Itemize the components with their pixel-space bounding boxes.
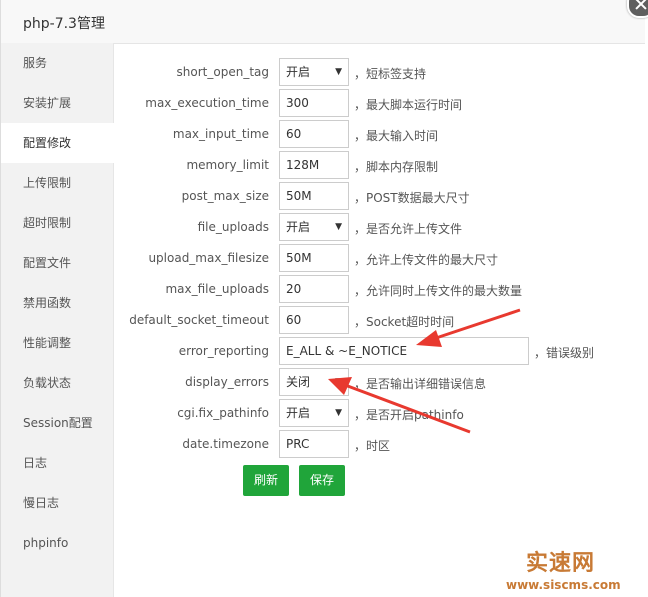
sidebar-item-install-extensions[interactable]: 安装扩展 (1, 83, 113, 123)
select-value: 开启 (286, 65, 311, 79)
cgi-fix-pathinfo-select[interactable]: 开启 ▼ (279, 399, 349, 427)
display-errors-select[interactable]: 关闭 ▼ (279, 368, 349, 396)
sidebar-item-session-config[interactable]: Session配置 (1, 403, 113, 443)
field-label: post_max_size (181, 189, 269, 203)
dropdown-arrow-icon: ▼ (335, 67, 342, 77)
field-label: memory_limit (186, 158, 269, 172)
form-row: post_max_size 50M ，POST数据最大尺寸 (114, 182, 634, 212)
short-open-tag-select[interactable]: 开启 ▼ (279, 58, 349, 86)
php-manage-dialog: php-7.3管理 服务 安装扩展 配置修改 上传限制 超时限制 配置文件 禁用… (0, 0, 645, 597)
form-row: memory_limit 128M ，脚本内存限制 (114, 151, 634, 181)
watermark-name: 实速网 (526, 551, 596, 576)
field-description: ，最大脚本运行时间 (354, 98, 463, 112)
field-label: max_execution_time (145, 96, 269, 110)
form-row: display_errors 关闭 ▼ ，是否输出详细错误信息 (114, 368, 634, 398)
field-description: ，是否输出详细错误信息 (354, 377, 487, 391)
default-socket-timeout-input[interactable]: 60 (279, 306, 349, 334)
max-input-time-input[interactable]: 60 (279, 120, 349, 148)
select-value: 开启 (286, 220, 311, 234)
field-label: max_input_time (172, 127, 269, 141)
sidebar-item-timeout-limit[interactable]: 超时限制 (1, 203, 113, 243)
form-row: upload_max_filesize 50M ，允许上传文件的最大尺寸 (114, 244, 634, 274)
sidebar-item-upload-limit[interactable]: 上传限制 (1, 163, 113, 203)
refresh-button[interactable]: 刷新 (243, 465, 289, 496)
sidebar-item-performance-tuning[interactable]: 性能调整 (1, 323, 113, 363)
sidebar: 服务 安装扩展 配置修改 上传限制 超时限制 配置文件 禁用函数 性能调整 负载… (1, 43, 114, 597)
select-value: 关闭 (286, 375, 311, 389)
form-row: error_reporting E_ALL & ~E_NOTICE ，错误级别 (114, 337, 634, 367)
field-description: ，时区 (354, 439, 391, 453)
form-row: short_open_tag 开启 ▼ ，短标签支持 (114, 58, 634, 88)
form-row: date.timezone PRC ，时区 (114, 430, 634, 460)
dialog-title: php-7.3管理 (23, 16, 105, 32)
sidebar-item-phpinfo[interactable]: phpinfo (1, 523, 113, 563)
form-row: cgi.fix_pathinfo 开启 ▼ ，是否开启pathinfo (114, 399, 634, 429)
form-row: file_uploads 开启 ▼ ，是否允许上传文件 (114, 213, 634, 243)
upload-max-filesize-input[interactable]: 50M (279, 244, 349, 272)
select-value: 开启 (286, 406, 311, 420)
field-description: ，允许同时上传文件的最大数量 (354, 284, 523, 298)
form-row: default_socket_timeout 60 ，Socket超时时间 (114, 306, 634, 336)
sidebar-item-logs[interactable]: 日志 (1, 443, 113, 483)
file-uploads-select[interactable]: 开启 ▼ (279, 213, 349, 241)
field-description: ，最大输入时间 (354, 129, 439, 143)
field-description: ，允许上传文件的最大尺寸 (354, 253, 499, 267)
field-label: max_file_uploads (165, 282, 269, 296)
sidebar-item-config-file[interactable]: 配置文件 (1, 243, 113, 283)
error-reporting-input[interactable]: E_ALL & ~E_NOTICE (279, 337, 529, 365)
field-label: short_open_tag (176, 65, 269, 79)
sidebar-item-load-status[interactable]: 负载状态 (1, 363, 113, 403)
save-button[interactable]: 保存 (299, 465, 345, 496)
field-description: ，错误级别 (534, 346, 595, 360)
sidebar-item-disabled-functions[interactable]: 禁用函数 (1, 283, 113, 323)
field-label: date.timezone (182, 437, 269, 451)
field-description: ，脚本内存限制 (354, 160, 439, 174)
watermark-url: www.siscms.com (506, 578, 621, 592)
field-description: ，Socket超时时间 (354, 315, 455, 329)
sidebar-item-slow-logs[interactable]: 慢日志 (1, 483, 113, 523)
max-execution-time-input[interactable]: 300 (279, 89, 349, 117)
dropdown-arrow-icon: ▼ (335, 222, 342, 232)
field-description: ，是否允许上传文件 (354, 222, 463, 236)
form-row: max_file_uploads 20 ，允许同时上传文件的最大数量 (114, 275, 634, 305)
post-max-size-input[interactable]: 50M (279, 182, 349, 210)
max-file-uploads-input[interactable]: 20 (279, 275, 349, 303)
dialog-titlebar: php-7.3管理 (1, 0, 645, 44)
sidebar-item-service[interactable]: 服务 (1, 43, 113, 83)
field-label: display_errors (185, 375, 269, 389)
field-label: upload_max_filesize (148, 251, 269, 265)
field-label: cgi.fix_pathinfo (177, 406, 269, 420)
date-timezone-input[interactable]: PRC (279, 430, 349, 458)
field-label: default_socket_timeout (129, 313, 269, 327)
dropdown-arrow-icon: ▼ (335, 377, 342, 387)
sidebar-item-config-edit[interactable]: 配置修改 (1, 123, 114, 163)
field-label: error_reporting (178, 344, 269, 358)
dropdown-arrow-icon: ▼ (335, 408, 342, 418)
field-label: file_uploads (197, 220, 269, 234)
memory-limit-input[interactable]: 128M (279, 151, 349, 179)
form-row: max_execution_time 300 ，最大脚本运行时间 (114, 89, 634, 119)
field-description: ，短标签支持 (354, 67, 427, 81)
field-description: ，POST数据最大尺寸 (354, 191, 470, 205)
form-row: max_input_time 60 ，最大输入时间 (114, 120, 634, 150)
field-description: ，是否开启pathinfo (354, 408, 464, 422)
